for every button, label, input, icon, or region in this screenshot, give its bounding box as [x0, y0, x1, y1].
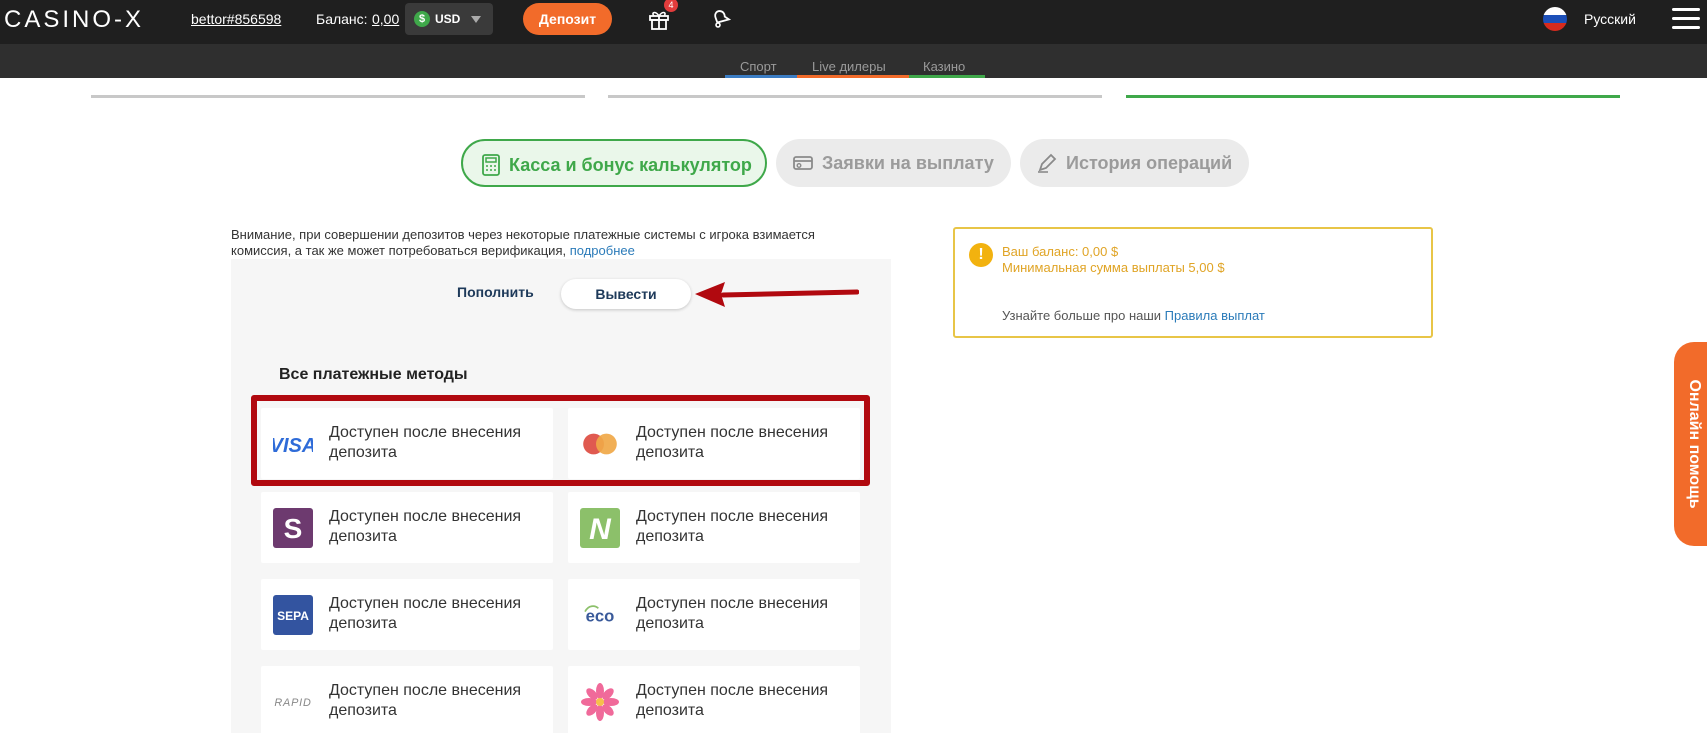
switch-withdraw-button[interactable]: Вывести [561, 279, 691, 309]
currency-code: USD [435, 12, 461, 26]
chevron-down-icon [471, 16, 481, 23]
svg-text:SEPA: SEPA [277, 609, 309, 623]
username-link[interactable]: bettor#856598 [191, 11, 281, 27]
tab-withdraw-requests-label: Заявки на выплату [822, 153, 994, 173]
method-text: Доступен после внесения депозита [636, 508, 829, 545]
deposit-button[interactable]: Депозит [523, 3, 612, 35]
withdraw-info-box: ! Ваш баланс: 0,00 $ Минимальная сумма в… [953, 227, 1433, 338]
info-more: Узнайте больше про наши Правила выплат [1002, 308, 1265, 323]
method-card-skrill[interactable]: S Доступен после внесения депозита [261, 492, 553, 563]
pencil-icon [1038, 153, 1057, 173]
gift-count-badge: 4 [664, 0, 678, 12]
subnav-item-live[interactable]: Live дилеры [812, 59, 886, 74]
switch-deposit-button[interactable]: Пополнить [457, 284, 534, 300]
commission-notice: Внимание, при совершении депозитов через… [231, 227, 871, 259]
method-text: Доступен после внесения депозита [329, 682, 522, 719]
red-highlight-annotation [251, 395, 870, 486]
subnav-underline-live [797, 75, 909, 78]
step-progress-2 [608, 95, 1102, 98]
online-help-label: Онлайн помощь [1686, 379, 1703, 509]
method-text: Доступен после внесения депозита [636, 595, 829, 632]
methods-title: Все платежные методы [279, 366, 468, 383]
red-arrow-annotation [695, 282, 859, 307]
tab-history-label: История операций [1066, 153, 1233, 173]
svg-text:N: N [589, 513, 612, 546]
svg-text:eco: eco [586, 607, 615, 626]
currency-select[interactable]: $ USD [405, 3, 493, 35]
svg-text:RAPID: RAPID [274, 697, 311, 709]
neteller-logo: N [580, 508, 620, 548]
calculator-icon [482, 154, 500, 176]
tab-withdraw-requests[interactable]: Заявки на выплату [776, 139, 1011, 187]
tab-cashier-label: Касса и бонус калькулятор [509, 155, 752, 175]
withdraw-rules-link[interactable]: Правила выплат [1165, 308, 1265, 323]
tab-history[interactable]: История операций [1020, 139, 1249, 187]
sub-nav: Спорт Live дилеры Казино [0, 44, 1707, 78]
online-help-button[interactable]: Онлайн помощь [1674, 342, 1707, 546]
tab-cashier[interactable]: Касса и бонус калькулятор [461, 139, 767, 187]
notice-text: Внимание, при совершении депозитов через… [231, 227, 815, 258]
gift-icon[interactable] [648, 8, 670, 30]
dollar-coin-icon: $ [414, 11, 430, 27]
method-text: Доступен после внесения депозита [636, 682, 829, 719]
method-card-rapid[interactable]: RAPID Доступен после внесения депозита [261, 666, 553, 737]
language-select[interactable]: Русский [1584, 11, 1636, 27]
bell-icon[interactable] [710, 7, 732, 29]
balance-label: Баланс: [316, 11, 368, 27]
rapid-logo: RAPID [274, 697, 311, 709]
warning-icon: ! [969, 243, 993, 267]
subnav-item-casino[interactable]: Казино [923, 59, 965, 74]
info-min-withdraw: Минимальная сумма выплаты 5,00 $ [1002, 260, 1225, 275]
subnav-underline-sport [725, 75, 797, 78]
ecopayz-logo: eco [584, 605, 615, 626]
balance-value[interactable]: 0,00 [372, 11, 399, 27]
flower-logo [581, 683, 619, 721]
menu-icon[interactable] [1672, 8, 1700, 30]
info-balance: Ваш баланс: 0,00 $ [1002, 244, 1119, 259]
payment-card-icon [793, 156, 813, 170]
step-progress-1 [91, 95, 585, 98]
skrill-logo: S [273, 508, 313, 548]
subnav-underline-casino [909, 75, 985, 78]
notice-more-link[interactable]: подробнее [570, 243, 635, 258]
site-logo[interactable]: CASINO-X [4, 6, 144, 34]
russia-flag-icon[interactable] [1543, 7, 1567, 31]
method-card-sepa[interactable]: SEPA Доступен после внесения депозита [261, 579, 553, 650]
subnav-item-sport[interactable]: Спорт [740, 59, 777, 74]
method-text: Доступен после внесения депозита [329, 595, 522, 632]
method-card-flower[interactable]: Доступен после внесения депозита [568, 666, 860, 737]
info-more-text: Узнайте больше про наши [1002, 308, 1162, 323]
method-card-ecopayz[interactable]: eco Доступен после внесения депозита [568, 579, 860, 650]
svg-text:S: S [284, 513, 303, 544]
sepa-logo: SEPA [273, 595, 313, 635]
method-card-neteller[interactable]: N Доступен после внесения депозита [568, 492, 860, 563]
method-text: Доступен после внесения депозита [329, 508, 522, 545]
top-bar: CASINO-X bettor#856598 Баланс: 0,00 $ US… [0, 0, 1707, 44]
step-progress-3 [1126, 95, 1620, 98]
